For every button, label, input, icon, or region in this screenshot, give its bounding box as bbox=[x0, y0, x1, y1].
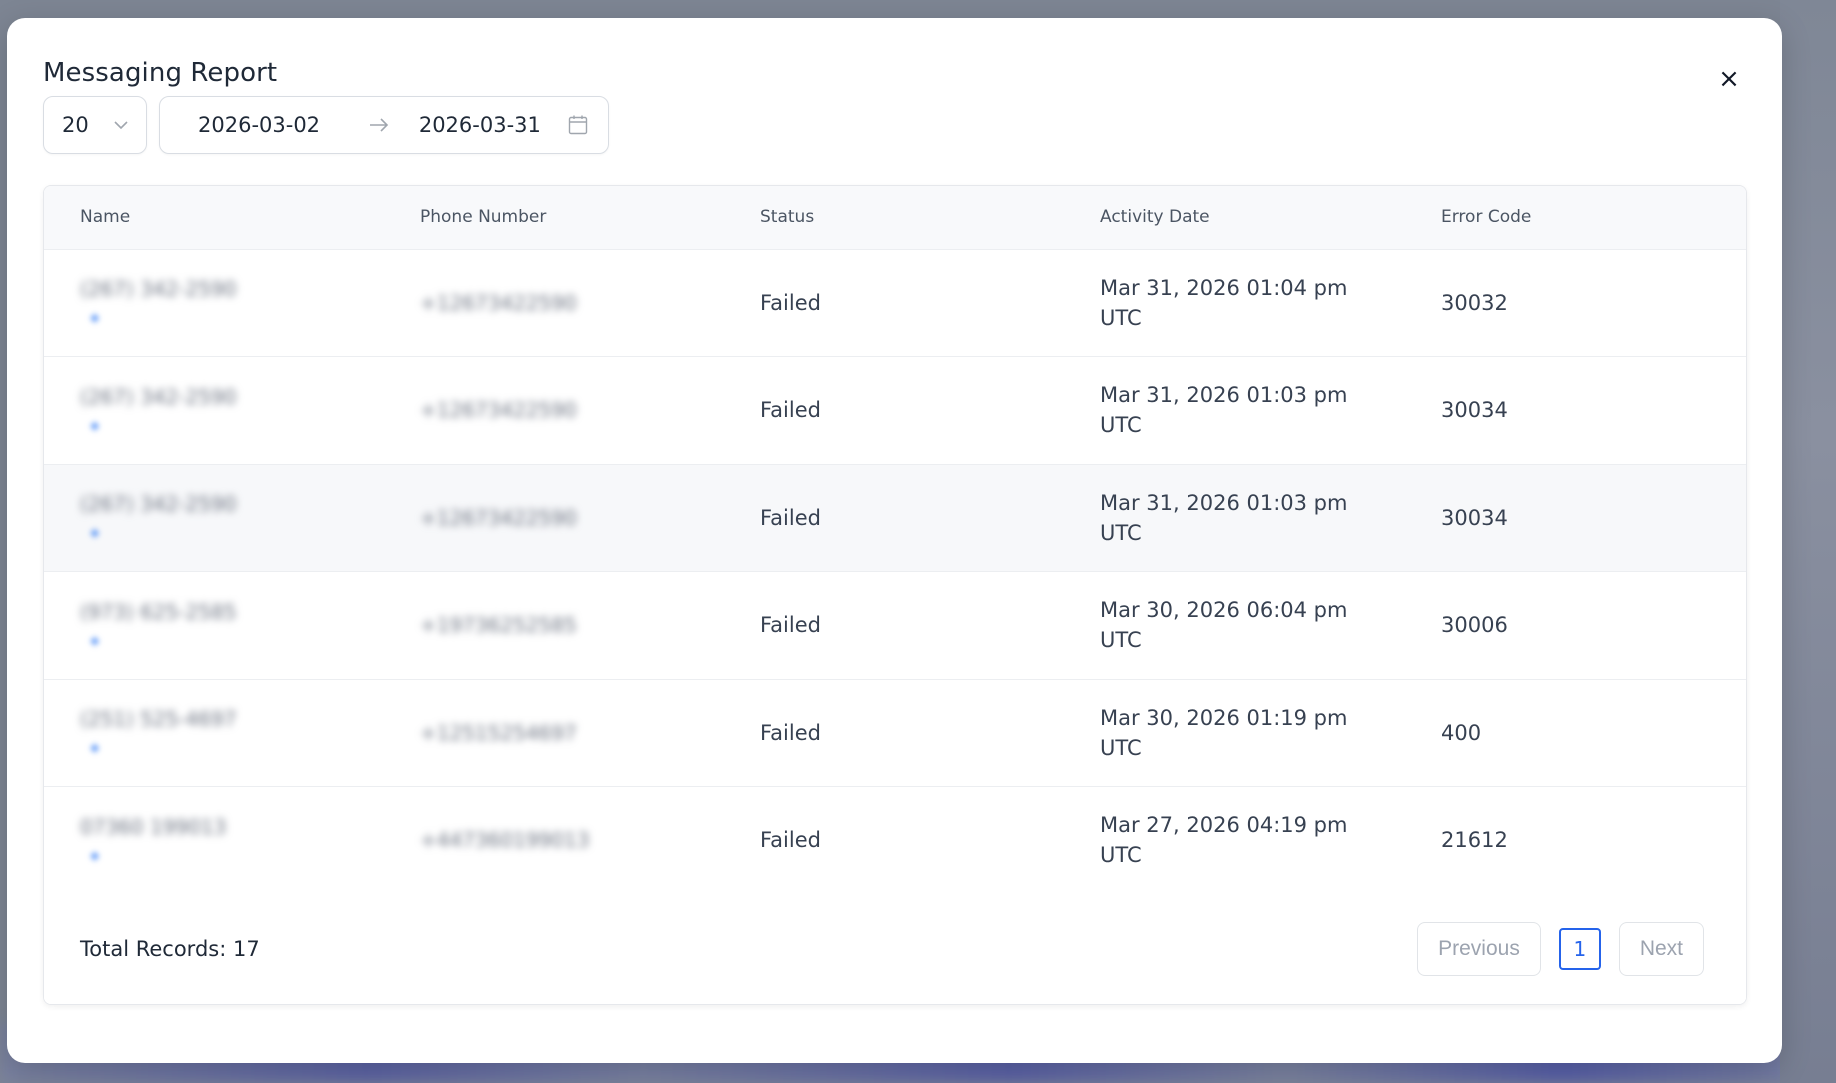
cell-activity-date: Mar 30, 2026 01:19 pm UTC bbox=[1064, 679, 1405, 787]
chevron-down-icon bbox=[114, 118, 128, 132]
cell-phone: +12515254697 bbox=[384, 679, 724, 787]
cell-activity-date: Mar 31, 2026 01:03 pm UTC bbox=[1064, 357, 1405, 465]
phone-number: +12673422590 bbox=[420, 290, 577, 315]
activity-date: Mar 31, 2026 01:03 pm bbox=[1100, 383, 1348, 408]
activity-date: Mar 31, 2026 01:03 pm bbox=[1100, 490, 1348, 515]
activity-timezone: UTC bbox=[1100, 735, 1142, 760]
table-header-row: Name Phone Number Status Activity Date E… bbox=[44, 186, 1746, 250]
date-range-picker[interactable]: 2026-03-02 2026-03-31 bbox=[159, 96, 609, 154]
header-activity-date[interactable]: Activity Date bbox=[1064, 186, 1405, 250]
cell-name: (251) 525-4697 ✦ bbox=[44, 679, 384, 787]
arrow-right-icon bbox=[357, 117, 419, 133]
table-row[interactable]: (251) 525-4697 ✦ +12515254697 Failed Mar … bbox=[44, 679, 1746, 787]
contact-badge-icon: ✦ bbox=[88, 631, 102, 651]
activity-date: Mar 27, 2026 04:19 pm bbox=[1100, 813, 1348, 838]
table-row[interactable]: (267) 342-2590 ✦ +12673422590 Failed Mar … bbox=[44, 357, 1746, 465]
cell-name: (973) 625-2585 ✦ bbox=[44, 572, 384, 680]
activity-timezone: UTC bbox=[1100, 843, 1142, 868]
activity-date: Mar 31, 2026 01:04 pm bbox=[1100, 275, 1348, 300]
cell-error-code: 21612 bbox=[1441, 828, 1508, 853]
cell-error-code: 30032 bbox=[1441, 290, 1508, 315]
table-footer: Total Records: 17 Previous 1 Next bbox=[44, 894, 1746, 1004]
date-end-input[interactable]: 2026-03-31 bbox=[419, 113, 568, 137]
messaging-report-modal: Messaging Report × 20 2026-03-02 2026-03… bbox=[7, 18, 1782, 1063]
next-page-button[interactable]: Next bbox=[1618, 922, 1704, 976]
cell-name: 07360 199013 ✦ bbox=[44, 787, 384, 895]
activity-date: Mar 30, 2026 01:19 pm bbox=[1100, 705, 1348, 730]
phone-number: +12515254697 bbox=[420, 720, 577, 745]
table-row[interactable]: 07360 199013 ✦ +447360199013 Failed Mar 2… bbox=[44, 787, 1746, 895]
cell-error-code: 400 bbox=[1441, 720, 1482, 745]
contact-name[interactable]: (267) 342-2590 bbox=[80, 385, 236, 409]
cell-phone: +12673422590 bbox=[384, 464, 724, 572]
date-start-input[interactable]: 2026-03-02 bbox=[198, 113, 357, 137]
cell-error-code: 30034 bbox=[1441, 505, 1508, 530]
phone-number: +12673422590 bbox=[420, 398, 577, 423]
activity-timezone: UTC bbox=[1100, 628, 1142, 653]
report-table: Name Phone Number Status Activity Date E… bbox=[44, 186, 1746, 895]
report-table-card: Name Phone Number Status Activity Date E… bbox=[43, 185, 1747, 1005]
calendar-icon[interactable] bbox=[568, 115, 588, 135]
cell-status: Failed bbox=[760, 828, 821, 853]
contact-badge-icon: ✦ bbox=[88, 739, 102, 759]
contact-badge-icon: ✦ bbox=[88, 846, 102, 866]
contact-badge-icon: ✦ bbox=[88, 416, 102, 436]
cell-activity-date: Mar 31, 2026 01:04 pm UTC bbox=[1064, 249, 1405, 357]
cell-activity-date: Mar 27, 2026 04:19 pm UTC bbox=[1064, 787, 1405, 895]
cell-phone: +447360199013 bbox=[384, 787, 724, 895]
contact-badge-icon: ✦ bbox=[88, 309, 102, 329]
pagination: Previous 1 Next bbox=[1417, 922, 1704, 976]
modal-title: Messaging Report bbox=[43, 58, 278, 88]
page-size-select[interactable]: 20 bbox=[43, 96, 147, 154]
phone-number: +12673422590 bbox=[420, 505, 577, 530]
close-icon: × bbox=[1718, 64, 1740, 94]
cell-name: (267) 342-2590 ✦ bbox=[44, 357, 384, 465]
cell-activity-date: Mar 31, 2026 01:03 pm UTC bbox=[1064, 464, 1405, 572]
contact-name[interactable]: (267) 342-2590 bbox=[80, 277, 236, 301]
table-row[interactable]: (973) 625-2585 ✦ +19736252585 Failed Mar … bbox=[44, 572, 1746, 680]
cell-phone: +19736252585 bbox=[384, 572, 724, 680]
contact-name[interactable]: (973) 625-2585 bbox=[80, 600, 236, 624]
contact-name[interactable]: (251) 525-4697 bbox=[80, 707, 236, 731]
header-phone-number[interactable]: Phone Number bbox=[384, 186, 724, 250]
activity-date: Mar 30, 2026 06:04 pm bbox=[1100, 598, 1348, 623]
table-row[interactable]: (267) 342-2590 ✦ +12673422590 Failed Mar … bbox=[44, 464, 1746, 572]
activity-timezone: UTC bbox=[1100, 413, 1142, 438]
cell-name: (267) 342-2590 ✦ bbox=[44, 249, 384, 357]
page-number-1[interactable]: 1 bbox=[1558, 928, 1601, 970]
cell-error-code: 30034 bbox=[1441, 398, 1508, 423]
phone-number: +19736252585 bbox=[420, 613, 577, 638]
header-name[interactable]: Name bbox=[44, 186, 384, 250]
cell-name: (267) 342-2590 ✦ bbox=[44, 464, 384, 572]
cell-status: Failed bbox=[760, 613, 821, 638]
cell-phone: +12673422590 bbox=[384, 357, 724, 465]
report-toolbar: 20 2026-03-02 2026-03-31 bbox=[43, 96, 609, 154]
backdrop-edge bbox=[1780, 0, 1836, 1083]
cell-status: Failed bbox=[760, 720, 821, 745]
contact-name[interactable]: 07360 199013 bbox=[80, 815, 226, 839]
activity-timezone: UTC bbox=[1100, 305, 1142, 330]
page-size-value: 20 bbox=[62, 113, 89, 137]
header-status[interactable]: Status bbox=[724, 186, 1064, 250]
cell-activity-date: Mar 30, 2026 06:04 pm UTC bbox=[1064, 572, 1405, 680]
cell-status: Failed bbox=[760, 398, 821, 423]
activity-timezone: UTC bbox=[1100, 520, 1142, 545]
previous-page-button[interactable]: Previous bbox=[1417, 922, 1541, 976]
header-error-code[interactable]: Error Code bbox=[1405, 186, 1746, 250]
contact-name[interactable]: (267) 342-2590 bbox=[80, 492, 236, 516]
cell-status: Failed bbox=[760, 505, 821, 530]
phone-number: +447360199013 bbox=[420, 828, 590, 853]
cell-error-code: 30006 bbox=[1441, 613, 1508, 638]
total-records: Total Records: 17 bbox=[80, 937, 260, 961]
cell-status: Failed bbox=[760, 290, 821, 315]
close-button[interactable]: × bbox=[1712, 62, 1746, 96]
cell-phone: +12673422590 bbox=[384, 249, 724, 357]
table-row[interactable]: (267) 342-2590 ✦ +12673422590 Failed Mar … bbox=[44, 249, 1746, 357]
contact-badge-icon: ✦ bbox=[88, 524, 102, 544]
